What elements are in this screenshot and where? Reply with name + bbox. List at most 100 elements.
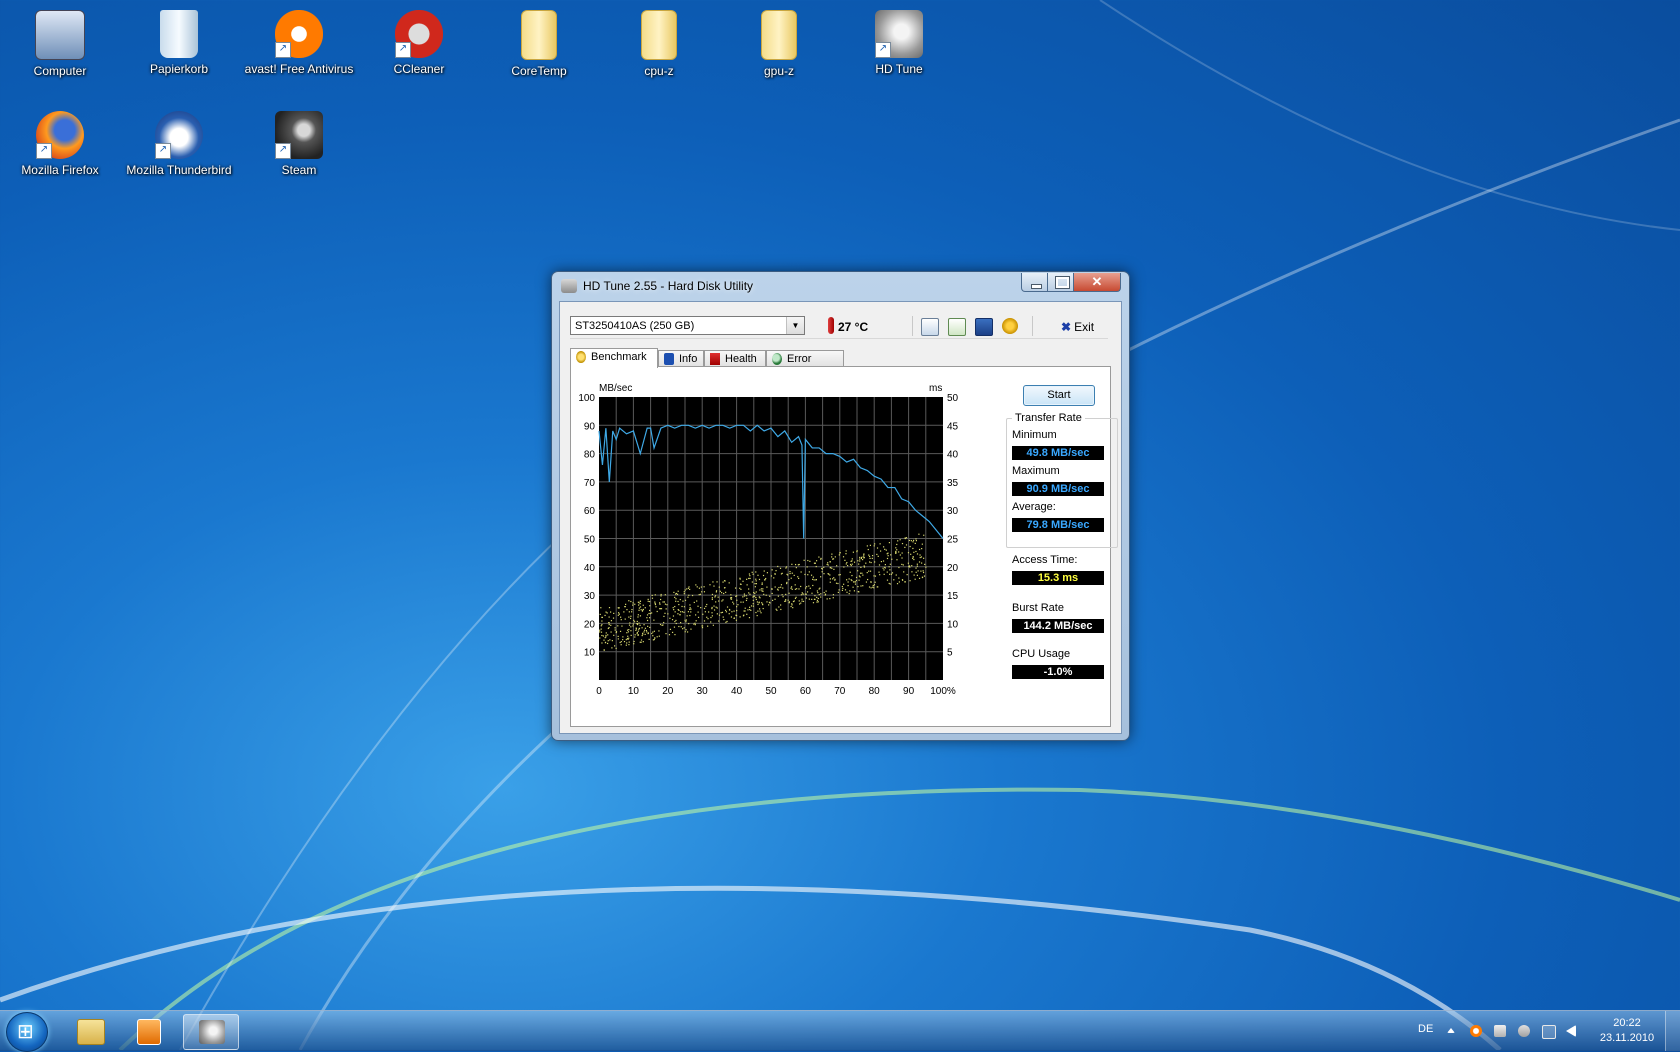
copy-screenshot-button[interactable] <box>948 318 966 336</box>
access-time-point <box>839 573 841 576</box>
shortcut-arrow-icon: ↗ <box>395 42 411 58</box>
desktop-icon-firefox[interactable]: ↗ Mozilla Firefox <box>5 103 115 177</box>
access-time-point <box>714 596 716 598</box>
desktop-icon-ccleaner[interactable]: ↗ CCleaner <box>364 2 474 76</box>
chevron-down-icon: ▼ <box>786 317 804 334</box>
exit-button[interactable]: ✖ Exit <box>1061 320 1094 334</box>
y2-tick-label: 10 <box>947 619 959 630</box>
show-desktop-button[interactable] <box>1665 1011 1680 1051</box>
access-time-point <box>611 647 613 649</box>
access-time-point <box>636 620 638 623</box>
access-time-point <box>832 578 834 580</box>
access-time-point <box>827 564 829 566</box>
x-tick-label: 100% <box>930 686 956 697</box>
close-button[interactable]: ✕ <box>1073 273 1121 292</box>
access-time-point <box>874 581 876 583</box>
access-time-point <box>879 574 881 576</box>
maximize-button[interactable] <box>1047 273 1075 292</box>
network-icon[interactable] <box>1542 1025 1556 1039</box>
access-time-point <box>735 619 737 621</box>
access-time-point <box>691 594 694 597</box>
action-center-icon[interactable] <box>1494 1025 1506 1037</box>
access-time-point <box>800 585 802 588</box>
access-time-point <box>843 583 845 585</box>
access-time-point <box>765 594 767 596</box>
desktop-icon-cpuz[interactable]: cpu-z <box>604 2 714 78</box>
access-time-point <box>713 609 716 611</box>
save-icon[interactable] <box>975 318 993 336</box>
media-player-icon <box>137 1019 161 1045</box>
show-hidden-icons[interactable] <box>1447 1028 1455 1033</box>
taskbar-media-player[interactable] <box>122 1014 176 1048</box>
access-time-point <box>608 607 611 609</box>
access-time-point <box>682 628 684 630</box>
access-time-point <box>625 603 627 605</box>
access-time-point <box>829 598 831 600</box>
access-time-point <box>904 546 906 549</box>
access-time-point <box>654 637 656 639</box>
access-time-point <box>883 569 885 571</box>
copy-text-button[interactable] <box>921 318 939 336</box>
desktop-icon-steam[interactable]: ↗ Steam <box>244 103 354 177</box>
access-time-point <box>821 571 823 573</box>
access-time-point <box>795 567 797 569</box>
desktop-icon-computer[interactable]: Computer <box>5 2 115 78</box>
access-time-point <box>850 560 852 563</box>
tab-benchmark[interactable]: Benchmark <box>570 348 658 368</box>
tab-info[interactable]: Info <box>658 350 704 366</box>
access-time-point <box>721 600 723 602</box>
minimize-button[interactable] <box>1021 273 1049 292</box>
desktop-icon-thunderbird[interactable]: ↗ Mozilla Thunderbird <box>124 103 234 177</box>
tab-health[interactable]: Health <box>704 350 766 366</box>
access-time-point <box>698 594 700 596</box>
title-bar[interactable]: HD Tune 2.55 - Hard Disk Utility ✕ <box>552 272 1129 300</box>
access-time-point <box>652 635 654 637</box>
access-time-point <box>630 626 632 628</box>
language-indicator[interactable]: DE <box>1418 1023 1433 1035</box>
access-time-point <box>617 625 619 627</box>
access-time-point <box>688 586 690 588</box>
access-time-point <box>711 598 713 601</box>
options-icon[interactable] <box>1002 318 1018 334</box>
access-time-point <box>665 608 667 610</box>
y-tick-label: 40 <box>584 563 596 574</box>
magnifier-icon <box>772 353 782 365</box>
access-time-point <box>684 619 686 621</box>
access-time-point <box>891 572 894 574</box>
desktop-icon-label: Steam <box>281 163 317 177</box>
desktop-icon-gpuz[interactable]: gpu-z <box>724 2 834 78</box>
access-time-point <box>859 560 861 562</box>
access-time-point <box>762 590 764 592</box>
access-time-point <box>867 548 869 551</box>
desktop-icon-hdtune[interactable]: ↗ HD Tune <box>844 2 954 76</box>
access-time-point <box>904 537 906 539</box>
access-time-point <box>914 578 916 580</box>
access-time-point <box>784 600 787 602</box>
start-button-orb[interactable] <box>6 1012 48 1052</box>
clock[interactable]: 20:22 23.11.2010 <box>1596 1016 1658 1046</box>
desktop-icon-avast[interactable]: ↗ avast! Free Antivirus <box>244 2 354 76</box>
access-time-point <box>876 547 879 549</box>
tab-error-scan[interactable]: Error Scan <box>766 350 844 381</box>
access-time-point <box>786 573 788 575</box>
desktop-icon-coretemp[interactable]: CoreTemp <box>484 2 594 78</box>
access-time-point <box>858 579 860 581</box>
access-time-point <box>849 571 851 573</box>
access-time-point <box>911 565 913 567</box>
access-time-point <box>882 567 884 569</box>
access-time-point <box>819 587 821 589</box>
drive-select[interactable]: ST3250410AS (250 GB) ▼ <box>570 316 805 335</box>
start-button[interactable]: Start <box>1023 385 1095 406</box>
access-time-point <box>862 585 864 587</box>
access-time-point <box>751 581 753 583</box>
access-time-point <box>705 605 707 608</box>
desktop-icon-recycle-bin[interactable]: Papierkorb <box>124 2 234 76</box>
access-time-point <box>606 642 609 645</box>
taskbar-explorer[interactable] <box>62 1014 116 1048</box>
access-time-point <box>774 598 776 600</box>
volume-icon[interactable] <box>1566 1025 1576 1037</box>
taskbar-hdtune[interactable] <box>183 1014 239 1050</box>
avast-tray-icon[interactable] <box>1470 1025 1482 1037</box>
access-time-point <box>754 583 756 585</box>
safely-remove-icon[interactable] <box>1518 1025 1530 1037</box>
